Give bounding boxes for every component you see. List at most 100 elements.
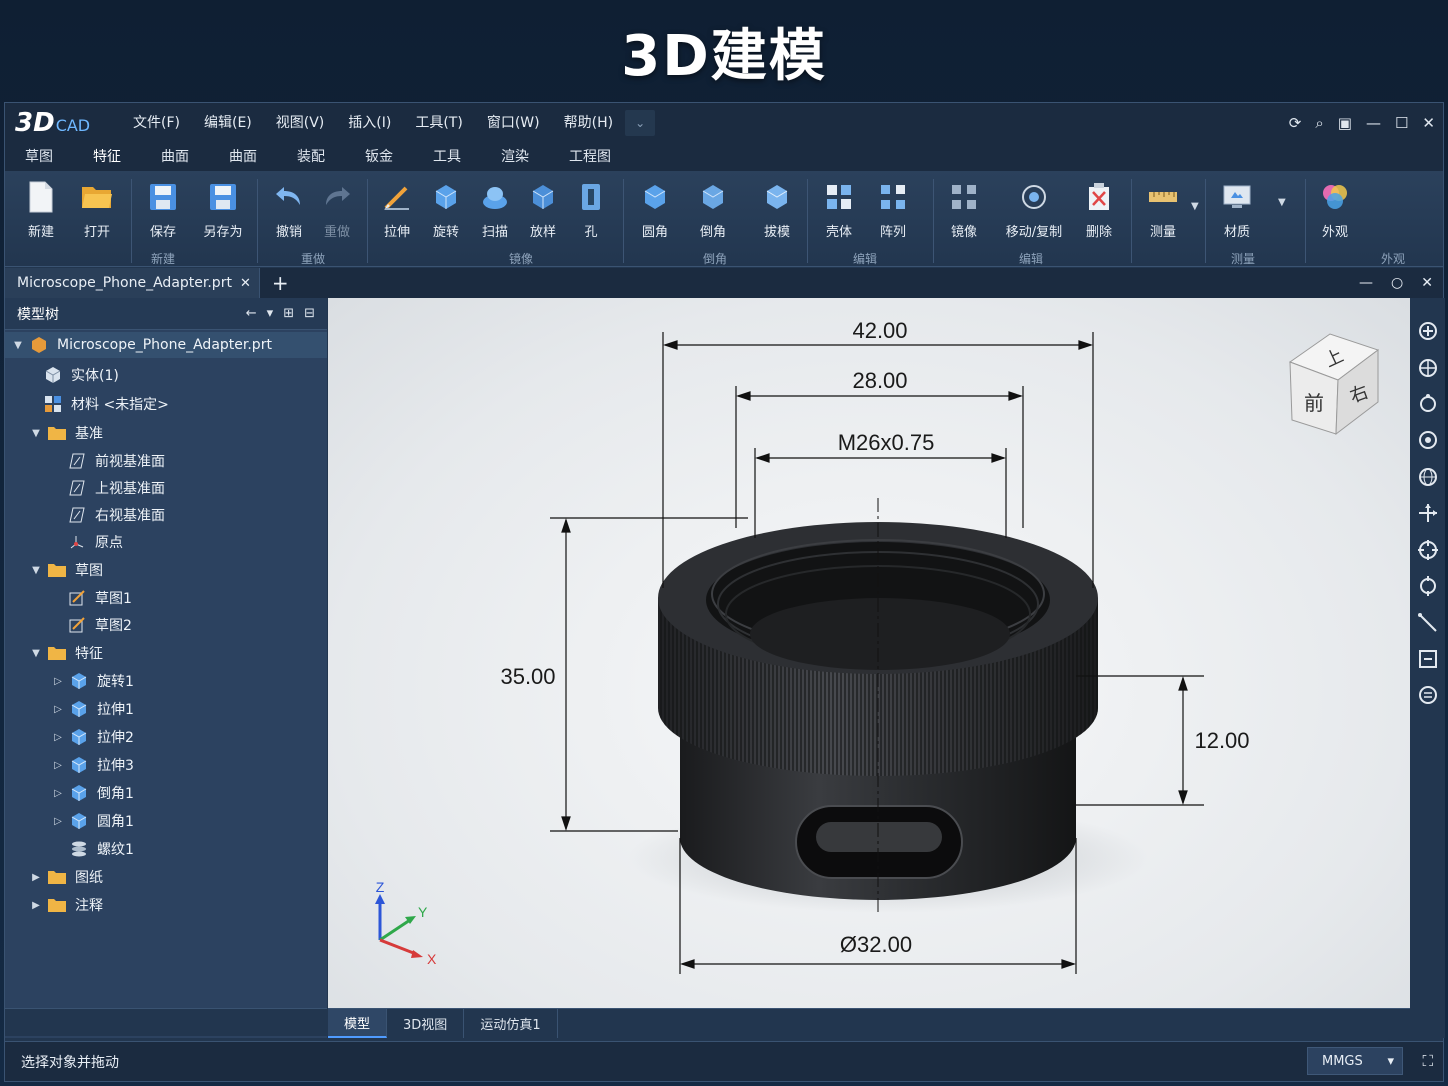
expand-all-icon[interactable]: ⊞	[283, 306, 294, 321]
tree-node-material[interactable]: 材料 <未指定>	[39, 391, 169, 417]
tree-node-extrude3[interactable]: ▷ 拉伸3	[51, 752, 134, 778]
delete-button[interactable]: 删除	[1071, 181, 1127, 245]
caret-right-icon[interactable]: ▷	[51, 676, 65, 687]
measure-line-icon[interactable]	[1417, 612, 1439, 634]
doc-minimize-icon[interactable]: —	[1359, 275, 1373, 291]
target-icon[interactable]	[1417, 539, 1439, 561]
menu-edit[interactable]: 编辑(E)	[192, 103, 264, 143]
minimize-icon[interactable]: —	[1366, 114, 1381, 132]
menu-tools[interactable]: 工具(T)	[403, 103, 474, 143]
tree-node-thread1[interactable]: 螺纹1	[65, 836, 134, 862]
tree-node-datums[interactable]: ▼ 基准	[29, 420, 103, 446]
tree-node-origin[interactable]: 原点	[63, 529, 123, 555]
menu-view[interactable]: 视图(V)	[264, 103, 337, 143]
tree-node-revolve1[interactable]: ▷ 旋转1	[51, 668, 134, 694]
extrude-button[interactable]: 拉伸	[369, 181, 425, 245]
fullscreen-icon[interactable]: ⛶	[1422, 1052, 1433, 1070]
save-button[interactable]: 保存	[135, 181, 191, 245]
doc-close-icon[interactable]: ✕	[1421, 275, 1433, 291]
chamfer-button[interactable]: 倒角	[685, 181, 741, 245]
move-axes-icon[interactable]	[1417, 502, 1439, 524]
fillet-button[interactable]: 圆角	[627, 181, 683, 245]
zoom-fit-icon[interactable]	[1417, 320, 1439, 342]
mirror-button[interactable]: 镜像	[936, 181, 992, 245]
menu-help[interactable]: 帮助(H)	[552, 103, 625, 143]
menu-insert[interactable]: 插入(I)	[336, 103, 403, 143]
caret-right-icon[interactable]: ▷	[51, 760, 65, 771]
tab-sketch[interactable]: 草图	[5, 143, 73, 171]
section-view-icon[interactable]	[1417, 648, 1439, 670]
material-dropdown-icon[interactable]: ▼	[1278, 197, 1286, 208]
tab-render[interactable]: 渲染	[481, 143, 549, 171]
new-button[interactable]: 新建	[13, 181, 69, 245]
material-button[interactable]: 材质	[1209, 181, 1265, 245]
tree-node-chamfer1[interactable]: ▷ 倒角1	[51, 780, 134, 806]
tab-surface[interactable]: 曲面	[141, 143, 209, 171]
measure-dropdown-icon[interactable]: ▼	[1191, 201, 1199, 212]
menu-window[interactable]: 窗口(W)	[475, 103, 552, 143]
tab-motion-study[interactable]: 运动仿真1	[464, 1009, 558, 1038]
tree-node-sketches[interactable]: ▼ 草图	[29, 557, 103, 583]
caret-right-icon[interactable]: ▷	[51, 704, 65, 715]
search-icon[interactable]: ⌕	[1315, 114, 1323, 132]
tree-node-annotations[interactable]: ▶ 注释	[29, 892, 103, 918]
tree-node-sketch1[interactable]: 草图1	[63, 585, 132, 611]
collapse-all-icon[interactable]: ⊟	[304, 306, 315, 321]
tab-sheet-metal[interactable]: 钣金	[345, 143, 413, 171]
document-tab[interactable]: Microscope_Phone_Adapter.prt ✕	[5, 268, 260, 298]
pattern-button[interactable]: 阵列	[865, 181, 921, 245]
rotate-view-icon[interactable]	[1417, 393, 1439, 415]
tree-node-right-plane[interactable]: 右视基准面	[63, 502, 165, 528]
tree-node-solid[interactable]: 实体(1)	[39, 362, 119, 388]
layout-icon[interactable]: ▣	[1338, 114, 1352, 132]
dropdown-icon[interactable]: ▾	[267, 306, 274, 321]
close-icon[interactable]: ✕	[1422, 114, 1435, 132]
tree-node-front-plane[interactable]: 前视基准面	[63, 448, 165, 474]
tab-drawing[interactable]: 工程图	[549, 143, 631, 171]
menu-overflow-icon[interactable]: ⌄	[625, 110, 656, 136]
tab-assembly[interactable]: 装配	[277, 143, 345, 171]
units-select[interactable]: MMGS ▾	[1307, 1047, 1403, 1075]
revolve-button[interactable]: 旋转	[418, 181, 474, 245]
tab-surface-2[interactable]: 曲面	[209, 143, 277, 171]
caret-right-icon[interactable]: ▶	[29, 900, 43, 911]
globe-view-icon[interactable]	[1417, 466, 1439, 488]
tree-node-root[interactable]: ▼ Microscope_Phone_Adapter.prt	[5, 332, 327, 358]
close-tab-icon[interactable]: ✕	[240, 276, 251, 291]
tree-node-fillet1[interactable]: ▷ 圆角1	[51, 808, 134, 834]
tab-features[interactable]: 特征	[73, 143, 141, 171]
save-as-button[interactable]: 另存为	[195, 181, 251, 245]
open-button[interactable]: 打开	[69, 181, 125, 245]
hole-button[interactable]: 孔	[563, 181, 619, 245]
shell-button[interactable]: 壳体	[811, 181, 867, 245]
tree-node-sketch2[interactable]: 草图2	[63, 612, 132, 638]
caret-down-icon[interactable]: ▼	[29, 648, 43, 659]
caret-right-icon[interactable]: ▶	[29, 872, 43, 883]
tree-node-extrude2[interactable]: ▷ 拉伸2	[51, 724, 134, 750]
3d-viewport[interactable]: 42.00 28.00 M26x0.75 35.00 12.00 Ø32.00 …	[328, 298, 1410, 1008]
redo-button[interactable]: 重做	[309, 181, 365, 245]
tree-node-extrude1[interactable]: ▷ 拉伸1	[51, 696, 134, 722]
tab-tools[interactable]: 工具	[413, 143, 481, 171]
caret-right-icon[interactable]: ▷	[51, 816, 65, 827]
caret-down-icon[interactable]: ▼	[29, 565, 43, 576]
tree-node-top-plane[interactable]: 上视基准面	[63, 475, 165, 501]
caret-right-icon[interactable]: ▷	[51, 732, 65, 743]
measure-button[interactable]: 测量	[1135, 181, 1191, 245]
zoom-window-icon[interactable]	[1417, 357, 1439, 379]
back-arrow-icon[interactable]: ←	[246, 306, 257, 321]
draft-button[interactable]: 拔模	[749, 181, 805, 245]
tree-node-drawings[interactable]: ▶ 图纸	[29, 864, 103, 890]
tree-node-features[interactable]: ▼ 特征	[29, 640, 103, 666]
add-tab-icon[interactable]: +	[272, 271, 289, 295]
move-copy-button[interactable]: 移动/复制	[1004, 181, 1064, 245]
display-style-icon[interactable]	[1417, 684, 1439, 706]
tab-3d-view[interactable]: 3D视图	[387, 1009, 465, 1038]
caret-down-icon[interactable]: ▼	[11, 340, 25, 351]
view-cube[interactable]: 上 前 右	[1288, 333, 1380, 436]
caret-down-icon[interactable]: ▼	[29, 428, 43, 439]
doc-restore-icon[interactable]: ○	[1391, 275, 1403, 291]
sync-icon[interactable]: ⟳	[1289, 114, 1302, 132]
pan-icon[interactable]	[1417, 429, 1439, 451]
caret-right-icon[interactable]: ▷	[51, 788, 65, 799]
